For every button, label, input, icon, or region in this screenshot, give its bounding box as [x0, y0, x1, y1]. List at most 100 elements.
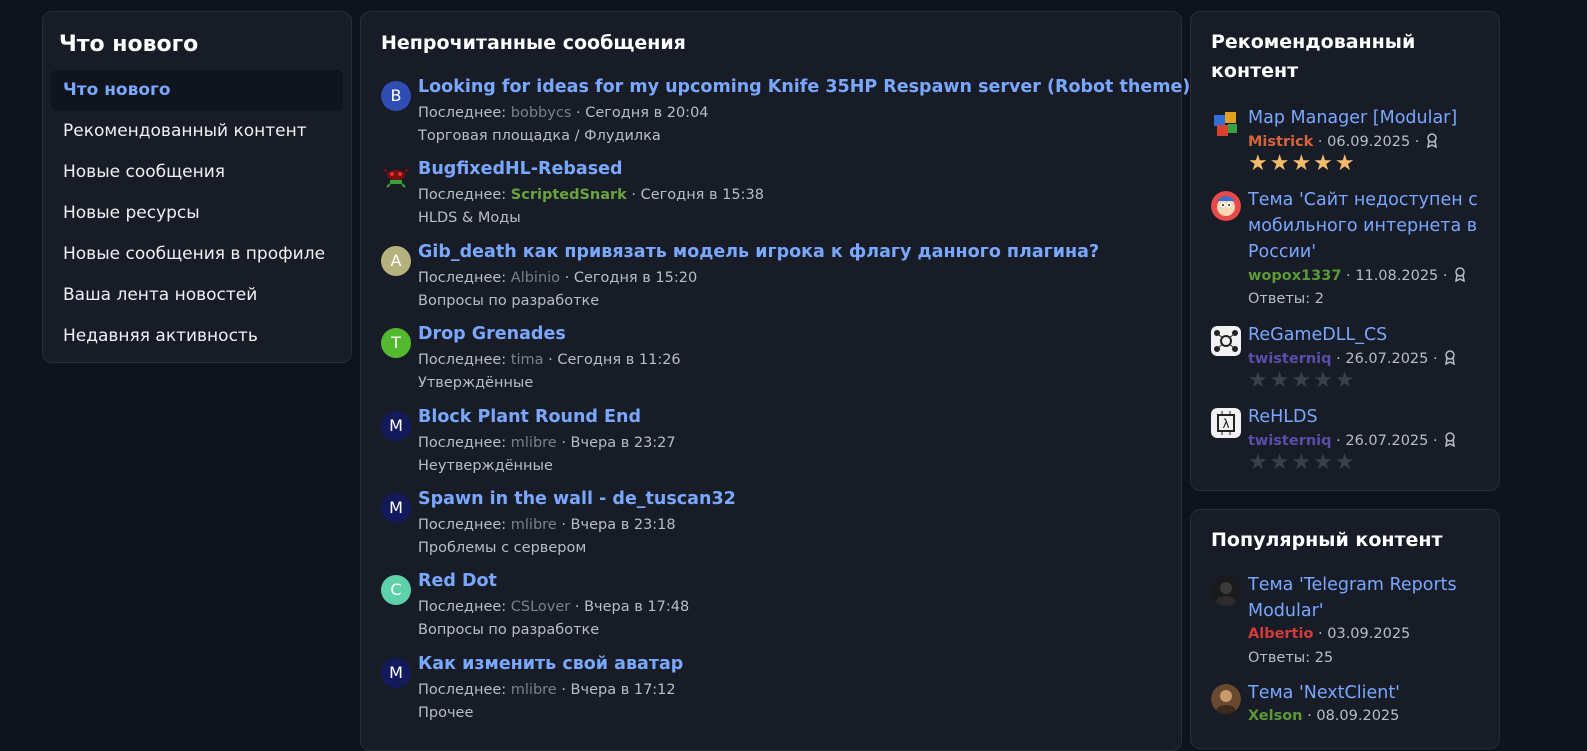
last-post-time[interactable]: · Вчера в 17:12 — [557, 682, 675, 698]
thread-meta: Последнее: tima · Сегодня в 11:26 — [418, 352, 681, 368]
nav-item-new-resources[interactable]: Новые ресурсы — [51, 193, 343, 234]
thread-title-link[interactable]: Red Dot — [418, 571, 497, 591]
user-avatar[interactable]: M — [381, 493, 411, 523]
last-post-time[interactable]: · Сегодня в 15:20 — [560, 270, 698, 286]
author-link[interactable]: Mistrick — [1248, 134, 1313, 150]
medal-icon — [1445, 350, 1456, 365]
user-avatar[interactable]: M — [381, 411, 411, 441]
last-poster-link[interactable]: ScriptedSnark — [511, 187, 627, 203]
nav-list: Что нового Рекомендованный контент Новые… — [51, 70, 343, 357]
thread-item: C Red Dot Последнее: CSLover · Вчера в 1… — [381, 571, 1161, 653]
last-post-time[interactable]: · Вчера в 23:18 — [557, 517, 675, 533]
featured-item-title-link[interactable]: Map Manager [Modular] — [1248, 105, 1478, 131]
last-poster-link[interactable]: CSLover — [511, 599, 571, 615]
thread-item: BugfixedHL-Rebased Последнее: ScriptedSn… — [381, 159, 1161, 241]
featured-title: Рекомендованный контент — [1211, 31, 1416, 82]
last-poster-link[interactable]: tima — [511, 352, 544, 368]
featured-item-title-link[interactable]: Тема 'Сайт недоступен с мобильного интер… — [1248, 187, 1478, 265]
thread-title-link[interactable]: Block Plant Round End — [418, 407, 641, 427]
photo-avatar-icon[interactable] — [1211, 684, 1241, 714]
thread-title-link[interactable]: BugfixedHL-Rebased — [418, 159, 623, 179]
featured-item-meta: twisterniq · 26.07.2025 · — [1248, 350, 1456, 367]
rating-stars: ★★★★★ — [1248, 368, 1357, 393]
popular-item-title-link[interactable]: Тема 'NextClient' — [1248, 680, 1478, 706]
chip-lambda-icon[interactable]: λ — [1211, 408, 1241, 438]
thread-forum-link[interactable]: Проблемы с сервером — [418, 540, 586, 556]
last-post-time[interactable]: · Вчера в 17:48 — [570, 599, 689, 615]
author-link[interactable]: Xelson — [1248, 708, 1303, 724]
replies-count: Ответы: 2 — [1248, 291, 1324, 307]
featured-item-title-link[interactable]: ReGameDLL_CS — [1248, 322, 1478, 348]
user-avatar[interactable]: M — [381, 658, 411, 688]
last-poster-link[interactable]: mlibre — [511, 435, 557, 451]
medal-icon — [1455, 267, 1466, 282]
last-post-time[interactable]: · Вчера в 23:27 — [557, 435, 675, 451]
nav-title: Что нового — [59, 32, 199, 57]
thread-meta: Последнее: mlibre · Вчера в 23:27 — [418, 435, 676, 451]
popular-content-panel: Популярный контент Тема 'Telegram Report… — [1190, 509, 1500, 749]
thread-meta: Последнее: mlibre · Вчера в 17:12 — [418, 682, 676, 698]
popular-item-title-link[interactable]: Тема 'Telegram Reports Modular' — [1248, 572, 1478, 624]
cartoon-avatar-icon[interactable] — [1211, 191, 1241, 221]
thread-forum-link[interactable]: Неутверждённые — [418, 458, 553, 474]
thread-item: M Spawn in the wall - de_tuscan32 Послед… — [381, 489, 1161, 571]
whats-new-nav-panel: Что нового Что нового Рекомендованный ко… — [42, 11, 352, 363]
thread-item: T Drop Grenades Последнее: tima · Сегодн… — [381, 324, 1161, 406]
thread-title-link[interactable]: Looking for ideas for my upcoming Knife … — [418, 77, 1190, 97]
nav-item-news-feed[interactable]: Ваша лента новостей — [51, 275, 343, 316]
puzzle-avatar-icon[interactable] — [1211, 109, 1241, 139]
author-link[interactable]: twisterniq — [1248, 433, 1332, 449]
thread-title-link[interactable]: Как изменить свой аватар — [418, 654, 683, 674]
popular-title: Популярный контент — [1211, 529, 1443, 551]
thread-forum-link[interactable]: Прочее — [418, 705, 473, 721]
thread-item: A Gib_death как привязать модель игрока … — [381, 242, 1161, 324]
thread-item: M Как изменить свой аватар Последнее: ml… — [381, 654, 1161, 736]
rating-stars: ★★★★★ — [1248, 450, 1357, 475]
thread-title-link[interactable]: Spawn in the wall - de_tuscan32 — [418, 489, 736, 509]
last-poster-link[interactable]: Albinio — [511, 270, 560, 286]
featured-item-meta: wopox1337 · 11.08.2025 · — [1248, 267, 1466, 284]
svg-text:λ: λ — [1222, 417, 1229, 431]
user-avatar[interactable]: B — [381, 81, 411, 111]
last-post-time[interactable]: · Сегодня в 15:38 — [627, 187, 764, 203]
thread-forum-link[interactable]: Вопросы по разработке — [418, 293, 599, 309]
thread-meta: Последнее: CSLover · Вчера в 17:48 — [418, 599, 690, 615]
thread-title-link[interactable]: Gib_death как привязать модель игрока к … — [418, 242, 1099, 262]
last-post-time[interactable]: · Сегодня в 11:26 — [544, 352, 681, 368]
thread-title-link[interactable]: Drop Grenades — [418, 324, 566, 344]
featured-item-meta: Mistrick · 06.09.2025 · — [1248, 133, 1438, 150]
thread-meta: Последнее: ScriptedSnark · Сегодня в 15:… — [418, 187, 764, 203]
last-poster-link[interactable]: bobbycs — [511, 105, 572, 121]
user-avatar[interactable]: A — [381, 246, 411, 276]
bug-icon[interactable] — [381, 163, 411, 193]
thread-forum-link[interactable]: Вопросы по разработке — [418, 622, 599, 638]
last-poster-link[interactable]: mlibre — [511, 517, 557, 533]
thread-item: M Block Plant Round End Последнее: mlibr… — [381, 407, 1161, 489]
thread-forum-link[interactable]: Утверждённые — [418, 375, 533, 391]
featured-content-panel: Рекомендованный контент Map Manager [Modu… — [1190, 11, 1500, 491]
thread-item: B Looking for ideas for my upcoming Knif… — [381, 77, 1190, 159]
featured-item-title-link[interactable]: ReHLDS — [1248, 404, 1478, 430]
unread-title: Непрочитанные сообщения — [381, 32, 686, 54]
medal-icon — [1427, 133, 1437, 148]
author-link[interactable]: twisterniq — [1248, 351, 1332, 367]
nav-item-new-profile-posts[interactable]: Новые сообщения в профиле — [51, 234, 343, 275]
rating-stars: ★★★★★ — [1248, 151, 1357, 176]
dark-avatar-icon[interactable] — [1211, 576, 1241, 606]
author-link[interactable]: Albertio — [1248, 626, 1313, 642]
thread-forum-link[interactable]: HLDS & Моды — [418, 210, 521, 226]
medal-icon — [1445, 432, 1456, 447]
nav-item-new-posts[interactable]: Новые сообщения — [51, 152, 343, 193]
thread-forum-link[interactable]: Торговая площадка / Флудилка — [418, 128, 661, 144]
nav-item-recent-activity[interactable]: Недавняя активность — [51, 316, 343, 357]
last-poster-link[interactable]: mlibre — [511, 682, 557, 698]
user-avatar[interactable]: C — [381, 575, 411, 605]
author-link[interactable]: wopox1337 — [1248, 268, 1341, 284]
user-avatar[interactable]: T — [381, 328, 411, 358]
nav-item-featured[interactable]: Рекомендованный контент — [51, 111, 343, 152]
last-post-time[interactable]: · Сегодня в 20:04 — [571, 105, 709, 121]
gear-network-icon[interactable] — [1211, 326, 1241, 356]
thread-meta: Последнее: Albinio · Сегодня в 15:20 — [418, 270, 698, 286]
thread-meta: Последнее: bobbycs · Сегодня в 20:04 — [418, 105, 709, 121]
nav-item-whats-new[interactable]: Что нового — [51, 70, 343, 111]
